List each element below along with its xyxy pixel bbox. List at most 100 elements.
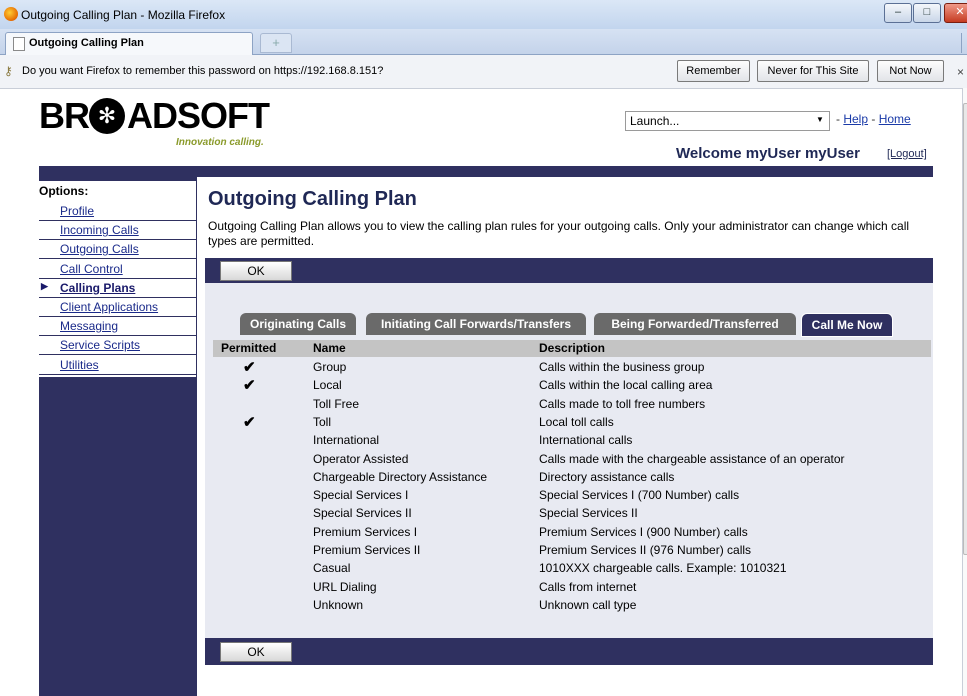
broadsoft-logo: BR ✻ ADSOFT Innovation calling. — [39, 97, 279, 149]
table-row: International International calls — [213, 431, 931, 449]
never-for-this-site-button[interactable]: Never for This Site — [757, 60, 869, 82]
table-row: Special Services II Special Services II — [213, 504, 931, 522]
launch-dropdown[interactable]: Launch... ▼ — [625, 111, 830, 131]
call-type-name: Special Services II — [313, 506, 412, 520]
link-separator: - — [871, 112, 876, 126]
table-row: Casual 1010XXX chargeable calls. Example:… — [213, 559, 931, 577]
sidebar-item-label: Incoming Calls — [60, 223, 139, 237]
browser-tab-active[interactable]: Outgoing Calling Plan — [5, 32, 253, 55]
close-notification-icon[interactable]: × — [957, 65, 964, 79]
close-window-button[interactable]: ✕ — [944, 3, 967, 23]
active-bullet-icon: ▶ — [41, 281, 48, 291]
call-type-description: Premium Services I (900 Number) calls — [539, 525, 748, 539]
logout-link[interactable]: [Logout] — [887, 148, 927, 160]
permitted-check-icon: ✔ — [243, 414, 256, 431]
scrollbar-thumb[interactable] — [963, 103, 967, 555]
tab-bar: Outgoing Calling Plan + — [0, 29, 967, 55]
logo-tagline: Innovation calling. — [176, 137, 264, 148]
launch-selected-value: Launch... — [630, 114, 680, 128]
sidebar-item-label: Calling Plans — [60, 281, 136, 295]
ok-button-bottom[interactable]: OK — [220, 642, 292, 662]
sidebar-item-label: Outgoing Calls — [60, 242, 139, 256]
maximize-button[interactable]: □ — [913, 3, 941, 23]
tab-bar-edge — [961, 33, 967, 53]
call-type-description: Directory assistance calls — [539, 470, 675, 484]
sidebar-item[interactable]: Profile — [39, 202, 196, 221]
options-label: Options: — [39, 184, 89, 198]
sidebar-item[interactable]: Messaging — [39, 317, 196, 336]
remember-button[interactable]: Remember — [677, 60, 750, 82]
table-row: URL Dialing Calls from internet — [213, 578, 931, 596]
call-type-description: Calls made with the chargeable assistanc… — [539, 452, 845, 466]
call-type-name: Toll Free — [313, 397, 360, 411]
call-type-name: Premium Services II — [313, 543, 421, 557]
table-row: Special Services I Special Services I (70… — [213, 486, 931, 504]
minimize-button[interactable]: – — [884, 3, 912, 23]
help-link[interactable]: Help — [843, 112, 868, 126]
table-row: ✔ Local Calls within the local calling are… — [213, 376, 931, 394]
call-type-name: Casual — [313, 561, 351, 575]
sidebar-item[interactable]: ▶ Calling Plans — [39, 279, 196, 298]
call-type-description: Special Services II — [539, 506, 638, 520]
chevron-down-icon: ▼ — [816, 115, 824, 124]
new-tab-button[interactable]: + — [260, 33, 292, 53]
page-title: Outgoing Calling Plan — [208, 188, 417, 210]
call-type-name: Local — [313, 378, 342, 392]
call-type-name: International — [313, 433, 380, 447]
sidebar-item[interactable]: Call Control — [39, 260, 196, 279]
call-type-description: Calls within the business group — [539, 360, 705, 374]
sidebar-item[interactable]: Incoming Calls — [39, 221, 196, 240]
sidebar-item[interactable]: Utilities — [39, 356, 196, 375]
window-title: Outgoing Calling Plan - Mozilla Firefox — [21, 8, 226, 22]
call-type-name: Premium Services I — [313, 525, 418, 539]
logo-star-icon: ✻ — [89, 98, 125, 134]
table-row: Chargeable Directory Assistance Directory… — [213, 468, 931, 486]
column-header-description: Description — [539, 341, 606, 355]
call-type-name: URL Dialing — [313, 580, 377, 594]
permitted-check-icon: ✔ — [243, 377, 256, 394]
page-description: Outgoing Calling Plan allows you to view… — [208, 219, 910, 248]
home-link[interactable]: Home — [879, 112, 911, 126]
column-header-name: Name — [313, 341, 346, 355]
ok-button[interactable]: OK — [220, 261, 292, 281]
sidebar-item-label: Messaging — [60, 319, 119, 333]
tab-originating-calls[interactable]: Originating Calls — [240, 313, 356, 335]
button-bar-bottom: OK — [205, 638, 933, 665]
key-icon: ⚷ — [4, 64, 13, 78]
notification-message: Do you want Firefox to remember this pas… — [22, 65, 384, 77]
sidebar-item[interactable]: Client Applications — [39, 298, 196, 317]
call-type-name: Group — [313, 360, 347, 374]
password-notification-bar: ⚷ Do you want Firefox to remember this p… — [0, 55, 967, 89]
top-links: - Help - Home — [836, 112, 911, 126]
tab-call-me-now[interactable]: Call Me Now — [801, 313, 893, 337]
sidebar-item[interactable]: Service Scripts — [39, 336, 196, 355]
welcome-text: Welcome myUser myUser — [676, 145, 860, 162]
sidebar-item-label: Service Scripts — [60, 338, 141, 352]
logo-text-part1: BR — [39, 95, 90, 136]
sidebar-item[interactable]: Outgoing Calls — [39, 240, 196, 259]
link-separator: - — [836, 112, 840, 126]
table-row: Operator Assisted Calls made with the cha… — [213, 450, 931, 468]
call-type-name: Unknown — [313, 598, 364, 612]
call-type-description: Special Services I (700 Number) calls — [539, 488, 740, 502]
table-row: Toll Free Calls made to toll free numbers — [213, 395, 931, 413]
sidebar-item-label: Profile — [60, 204, 95, 218]
tab-initiating-call-forwards[interactable]: Initiating Call Forwards/Transfers — [366, 313, 586, 335]
permitted-check-icon: ✔ — [243, 359, 256, 376]
call-type-name: Toll — [313, 415, 332, 429]
call-type-name: Chargeable Directory Assistance — [313, 470, 488, 484]
sidebar-item-label: Client Applications — [60, 300, 159, 314]
logo-text-part2: ADSOFT — [127, 95, 270, 136]
sidebar-item-label: Call Control — [60, 262, 123, 276]
header-divider-bar — [39, 166, 933, 177]
sidebar-item-label: Utilities — [60, 358, 99, 372]
call-type-name: Special Services I — [313, 488, 409, 502]
firefox-logo-icon — [4, 7, 18, 21]
page-icon — [13, 37, 25, 51]
not-now-button[interactable]: Not Now — [877, 60, 944, 82]
tab-being-forwarded[interactable]: Being Forwarded/Transferred — [594, 313, 796, 335]
table-row: Unknown Unknown call type — [213, 596, 931, 614]
call-type-description: Unknown call type — [539, 598, 637, 612]
table-row: Premium Services I Premium Services I (90… — [213, 523, 931, 541]
call-type-description: Local toll calls — [539, 415, 614, 429]
